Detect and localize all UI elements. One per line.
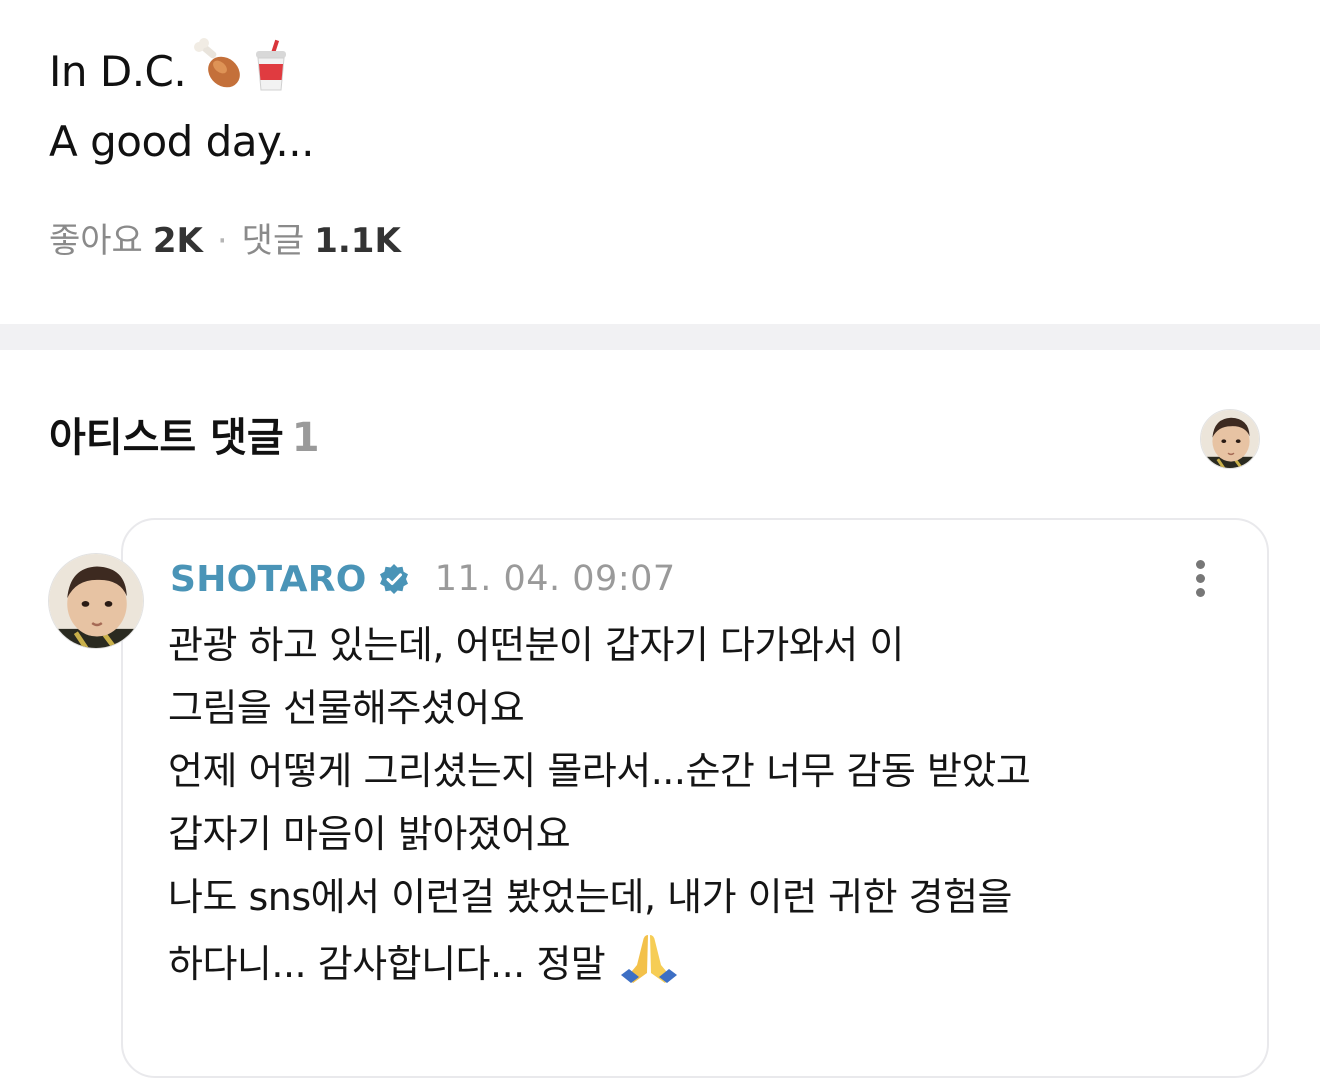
avatar-photo: [1201, 410, 1259, 468]
comment-author-name[interactable]: SHOTARO: [170, 559, 367, 600]
artist-comments-count: 1: [291, 415, 320, 461]
comment-body: 관광 하고 있는데, 어떤분이 갑자기 다가와서 이 그림을 선물해주셨어요 언…: [168, 614, 1031, 1004]
comment-line-text: 하다니... 감사합니다... 정말: [168, 942, 606, 986]
folded-hands-icon: [619, 929, 679, 1004]
post-line-text: In D.C.: [49, 47, 187, 96]
comment-line: 그림을 선물해주셨어요: [168, 686, 525, 730]
section-divider: [0, 324, 1320, 350]
more-dot: [1196, 588, 1205, 597]
more-dot: [1196, 574, 1205, 583]
artist-comments-title: 아티스트 댓글 1: [49, 410, 320, 466]
poultry-leg-icon: [190, 38, 246, 111]
more-vertical-icon[interactable]: [1184, 556, 1216, 600]
avatar-photo: [49, 554, 143, 648]
post-content: In D.C. A good day...: [49, 38, 314, 173]
post-stats: 좋아요 2K · 댓글 1.1K: [49, 218, 401, 264]
comments-count[interactable]: 1.1K: [314, 221, 401, 261]
comment-author-avatar[interactable]: [48, 553, 144, 649]
artist-comments-label: 아티스트 댓글: [49, 415, 284, 461]
comment-line: 나도 sns에서 이런걸 봤었는데, 내가 이런 귀한 경험을: [168, 875, 1013, 919]
cup-with-straw-icon: [250, 38, 292, 111]
comment-header: SHOTARO 11. 04. 09:07: [170, 556, 676, 602]
comment-line: 갑자기 마음이 밝아졌어요: [168, 812, 571, 856]
comment-line-last: 하다니... 감사합니다... 정말: [168, 929, 1030, 1004]
comment-line: 관광 하고 있는데, 어떤분이 갑자기 다가와서 이: [168, 623, 904, 667]
verified-badge-icon: [377, 562, 411, 596]
likes-label[interactable]: 좋아요: [49, 221, 143, 261]
artist-avatar[interactable]: [1200, 409, 1260, 469]
more-dot: [1196, 560, 1205, 569]
post-line: A good day...: [49, 117, 314, 166]
comment-timestamp: 11. 04. 09:07: [434, 559, 676, 599]
post-line: In D.C.: [49, 38, 314, 111]
likes-count[interactable]: 2K: [153, 221, 203, 261]
comment-line: 언제 어떻게 그리셨는지 몰라서...순간 너무 감동 받았고: [168, 749, 1031, 793]
comments-label[interactable]: 댓글: [242, 221, 305, 261]
stats-separator: ·: [216, 221, 228, 261]
